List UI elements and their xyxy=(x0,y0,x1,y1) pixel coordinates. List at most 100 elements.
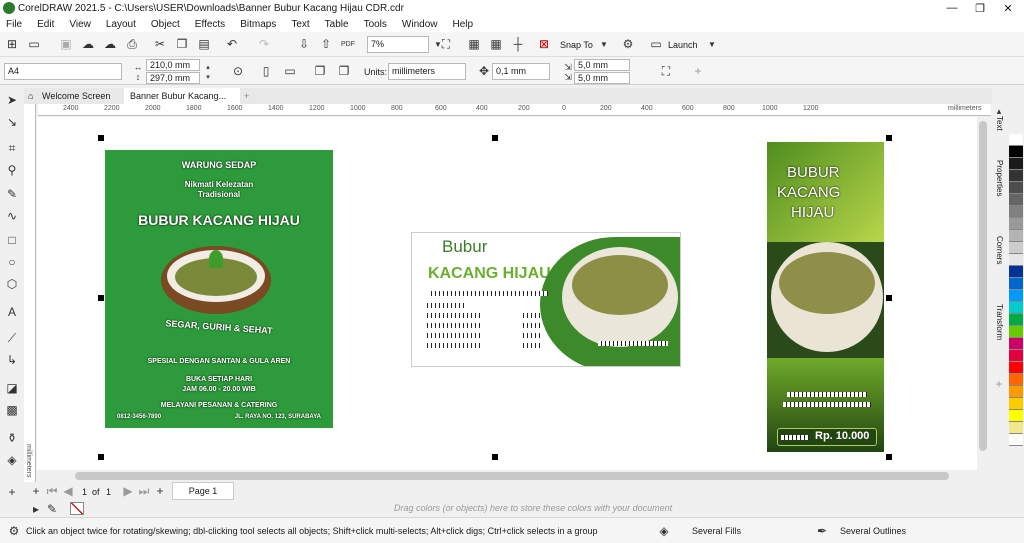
zoom-tool-icon[interactable]: ⚲ xyxy=(4,162,20,178)
launch-label[interactable]: Launch xyxy=(668,40,698,50)
rectangle-tool-icon[interactable]: □ xyxy=(4,232,20,248)
transparency-icon[interactable]: ▩ xyxy=(4,402,20,418)
color-swatch[interactable] xyxy=(1009,434,1023,446)
palette-eyedropper-icon[interactable]: ✎ xyxy=(44,501,60,517)
selection-handle[interactable] xyxy=(98,454,104,460)
page-height-field[interactable]: 297,0 mm xyxy=(146,72,200,84)
color-swatch[interactable] xyxy=(1009,386,1023,398)
color-swatch[interactable] xyxy=(1009,350,1023,362)
add-page-icon[interactable]: + xyxy=(28,483,44,499)
pick-tool-icon[interactable]: ➤ xyxy=(4,92,20,108)
paste-icon[interactable]: ▤ xyxy=(196,36,212,52)
duplicate-y-field[interactable]: 5,0 mm xyxy=(574,72,630,84)
no-color-swatch[interactable] xyxy=(70,502,84,515)
color-swatch[interactable] xyxy=(1009,338,1023,350)
launch-icon[interactable]: ▭ xyxy=(648,36,664,52)
page-size-select[interactable]: A4 xyxy=(4,63,122,80)
color-swatch[interactable] xyxy=(1009,206,1023,218)
open-folder-icon[interactable]: ▭ xyxy=(26,36,42,52)
docker-tab-text[interactable]: Text xyxy=(992,116,1007,144)
page-width-field[interactable]: 210,0 mm xyxy=(146,59,200,71)
show-guidelines-icon[interactable]: ┼ xyxy=(510,36,526,52)
copy-icon[interactable]: ❐ xyxy=(174,36,190,52)
add-icon[interactable]: + xyxy=(690,63,706,79)
color-swatch[interactable] xyxy=(1009,194,1023,206)
poster-green-banner[interactable]: WARUNG SEDAP Nikmati Kelezatan Tradision… xyxy=(105,150,333,428)
all-pages-icon[interactable]: ⊙ xyxy=(230,63,246,79)
zoom-level-field[interactable]: 7% xyxy=(367,36,429,53)
color-swatch[interactable] xyxy=(1009,422,1023,434)
first-page-icon[interactable]: ⏮ xyxy=(44,483,60,499)
snap-to-label[interactable]: Snap To xyxy=(560,40,593,50)
outline-indicator-icon[interactable]: ✒ xyxy=(814,523,830,539)
color-swatch[interactable] xyxy=(1009,158,1023,170)
color-swatch[interactable] xyxy=(1009,254,1023,266)
show-rulers-icon[interactable]: ▦ xyxy=(466,36,482,52)
full-screen-icon[interactable]: ⛶ xyxy=(438,36,454,52)
snap-dropdown-icon[interactable]: ▼ xyxy=(596,36,612,52)
color-swatch[interactable] xyxy=(1009,134,1023,146)
color-swatch[interactable] xyxy=(1009,170,1023,182)
save-icon[interactable]: ▣ xyxy=(58,36,74,52)
vertical-ruler[interactable]: millimeters xyxy=(24,104,36,494)
vertical-scrollbar[interactable] xyxy=(977,117,989,470)
docker-tab-corners[interactable]: Corners xyxy=(992,236,1007,286)
color-swatch[interactable] xyxy=(1009,362,1023,374)
docker-tab-properties[interactable]: Properties xyxy=(992,160,1007,220)
previous-page-icon[interactable]: ◀ xyxy=(60,483,76,499)
selection-handle[interactable] xyxy=(98,295,104,301)
launch-dropdown-icon[interactable]: ▼ xyxy=(704,36,720,52)
color-swatch[interactable] xyxy=(1009,302,1023,314)
color-swatch[interactable] xyxy=(1009,398,1023,410)
artistic-media-icon[interactable]: ∿ xyxy=(4,208,20,224)
drop-shadow-icon[interactable]: ◪ xyxy=(4,380,20,396)
menu-view[interactable]: View xyxy=(69,19,91,30)
tab-welcome-screen[interactable]: ⌂ Welcome Screen xyxy=(24,88,124,104)
landscape-icon[interactable]: ▭ xyxy=(282,63,298,79)
print-icon[interactable]: ⎙ xyxy=(124,36,140,52)
import-icon[interactable]: ⇩ xyxy=(296,36,312,52)
horizontal-ruler[interactable]: 2400 2200 2000 1800 1600 1400 1200 1000 … xyxy=(38,104,992,116)
last-page-icon[interactable]: ⏭ xyxy=(136,483,152,499)
portrait-icon[interactable]: ▯ xyxy=(258,63,274,79)
current-page-icon[interactable]: ❐ xyxy=(336,63,352,79)
menu-edit[interactable]: Edit xyxy=(37,19,54,30)
page-frame-icon[interactable]: ⛶ xyxy=(658,63,674,79)
menu-window[interactable]: Window xyxy=(402,19,438,30)
color-swatch[interactable] xyxy=(1009,326,1023,338)
snap-off-icon[interactable]: ⊠ xyxy=(536,36,552,52)
horizontal-scroll-thumb[interactable] xyxy=(75,472,949,480)
add-tool-icon[interactable]: + xyxy=(4,484,20,500)
color-swatch[interactable] xyxy=(1009,290,1023,302)
vertical-scroll-thumb[interactable] xyxy=(979,121,987,451)
color-swatch[interactable] xyxy=(1009,182,1023,194)
restore-button[interactable]: ❐ xyxy=(966,0,994,16)
palette-expand-icon[interactable]: ▸ xyxy=(28,501,44,517)
menu-layout[interactable]: Layout xyxy=(106,19,136,30)
export-icon[interactable]: ⇧ xyxy=(318,36,334,52)
all-pages-layout-icon[interactable]: ❐ xyxy=(312,63,328,79)
undo-icon[interactable]: ↶ xyxy=(224,36,240,52)
color-swatch[interactable] xyxy=(1009,218,1023,230)
publish-pdf-icon[interactable]: PDF xyxy=(340,36,356,52)
menu-object[interactable]: Object xyxy=(151,19,180,30)
selection-handle[interactable] xyxy=(492,454,498,460)
parallel-dimension-icon[interactable]: ⟋ xyxy=(4,330,20,346)
duplicate-x-field[interactable]: 5,0 mm xyxy=(574,59,630,71)
docker-tab-transform[interactable]: Transform xyxy=(992,304,1007,364)
cut-icon[interactable]: ✂ xyxy=(152,36,168,52)
cloud-download-icon[interactable]: ☁ xyxy=(102,36,118,52)
status-settings-icon[interactable]: ⚙ xyxy=(6,523,22,539)
docker-add-icon[interactable]: + xyxy=(991,376,1007,392)
shape-tool-icon[interactable]: ↘ xyxy=(4,114,20,130)
color-swatch[interactable] xyxy=(1009,242,1023,254)
redo-icon[interactable]: ↷ xyxy=(256,36,272,52)
interactive-fill-icon[interactable]: ◈ xyxy=(4,452,20,468)
selection-handle[interactable] xyxy=(98,135,104,141)
selection-handle[interactable] xyxy=(886,454,892,460)
minimize-button[interactable]: — xyxy=(938,0,966,16)
menu-effects[interactable]: Effects xyxy=(195,19,225,30)
cloud-upload-icon[interactable]: ☁ xyxy=(80,36,96,52)
menu-bitmaps[interactable]: Bitmaps xyxy=(240,19,276,30)
color-swatch[interactable] xyxy=(1009,410,1023,422)
